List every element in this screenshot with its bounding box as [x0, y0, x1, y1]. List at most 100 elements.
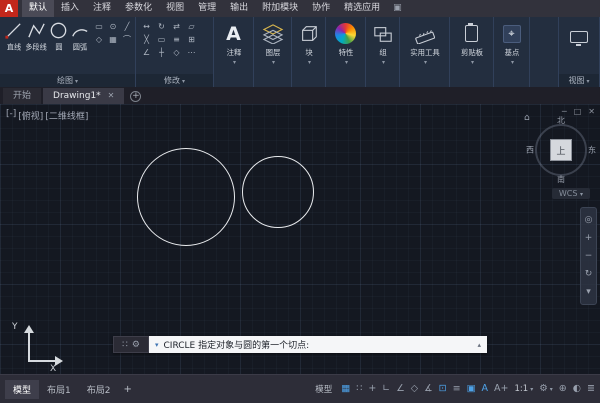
- restore-icon[interactable]: □: [574, 107, 582, 116]
- menu-tab-featured-apps[interactable]: 精选应用: [337, 0, 387, 17]
- compass-east-label[interactable]: 东: [588, 145, 596, 156]
- compass-north-label[interactable]: 北: [557, 115, 565, 126]
- layout2-tab[interactable]: 布局2: [79, 380, 119, 399]
- circle-tool-button[interactable]: 圆: [48, 20, 69, 53]
- properties-button[interactable]: 特性 ▾: [326, 17, 365, 66]
- basepoint-button[interactable]: ⌖ 基点 ▾: [494, 17, 529, 66]
- visual-style-button[interactable]: [二维线框]: [45, 109, 88, 122]
- expand-command-icon[interactable]: ▴: [477, 341, 481, 349]
- menu-tab-view[interactable]: 视图: [159, 0, 191, 17]
- annotation-monitor-icon[interactable]: ⊕: [559, 383, 567, 395]
- polar-tracking-icon[interactable]: ∠: [396, 383, 405, 395]
- wrench-icon[interactable]: ⚙: [132, 340, 140, 350]
- zoom-icon[interactable]: −: [585, 251, 593, 261]
- modify-tool-icon[interactable]: ◇: [170, 48, 183, 58]
- close-icon[interactable]: ✕: [588, 107, 595, 116]
- annotate-button[interactable]: A 注释 ▾: [214, 17, 253, 66]
- draw-tool-icon[interactable]: ╱: [121, 22, 133, 32]
- compass-south-label[interactable]: 南: [557, 174, 565, 185]
- view-control-button[interactable]: [俯视]: [18, 109, 43, 122]
- autoscale-icon[interactable]: A+: [494, 383, 508, 395]
- drawing-tab[interactable]: Drawing1*✕: [43, 88, 124, 104]
- menu-tab-home[interactable]: 默认: [22, 0, 54, 17]
- draw-tool-icon[interactable]: ⌒: [121, 35, 133, 45]
- draw-panel-label[interactable]: 绘图▾: [0, 74, 135, 87]
- dynamic-input-icon[interactable]: +: [368, 383, 376, 395]
- command-line-grip[interactable]: ∷ ⚙: [113, 336, 149, 353]
- modify-tool-icon[interactable]: ┼: [155, 48, 168, 58]
- model-tab[interactable]: 模型: [5, 380, 39, 399]
- modify-tool-icon[interactable]: ⇄: [170, 22, 183, 32]
- modify-tool-icon[interactable]: ≡: [170, 35, 183, 45]
- viewport-config-icon[interactable]: [570, 24, 588, 49]
- modify-tool-icon[interactable]: ⊞: [185, 35, 198, 45]
- menu-tab-output[interactable]: 输出: [223, 0, 255, 17]
- viewport-menu-button[interactable]: [-]: [6, 109, 16, 122]
- modify-panel-label[interactable]: 修改▾: [136, 74, 213, 87]
- modify-tool-icon[interactable]: ↔: [140, 22, 153, 32]
- recent-commands-icon[interactable]: ▾: [155, 341, 159, 349]
- navbar-more-icon[interactable]: ▾: [586, 287, 591, 297]
- menu-tab-insert[interactable]: 插入: [54, 0, 86, 17]
- compass-west-label[interactable]: 西: [526, 145, 534, 156]
- circle-entity[interactable]: [242, 156, 314, 228]
- isometric-drafting-icon[interactable]: ◇: [411, 383, 418, 395]
- orbit-icon[interactable]: ↻: [585, 269, 593, 279]
- menu-tab-collaborate[interactable]: 协作: [305, 0, 337, 17]
- selection-cycling-icon[interactable]: ▣: [467, 383, 476, 395]
- snap-mode-icon[interactable]: ∷: [356, 383, 362, 395]
- draw-tool-icon[interactable]: ◇: [93, 35, 105, 45]
- draw-tool-icon[interactable]: ⊙: [107, 22, 119, 32]
- circle-entity[interactable]: [137, 148, 235, 246]
- utilities-button[interactable]: 实用工具 ▾: [400, 17, 449, 66]
- ribbon-toggle-icon[interactable]: ▣: [387, 0, 408, 17]
- drawing-canvas[interactable]: [-] [俯视] [二维线框] ─ □ ✕ ⌂ 北 南 西 东 上 WCS ▾ …: [0, 104, 600, 374]
- menu-tab-parametric[interactable]: 参数化: [118, 0, 159, 17]
- modify-tool-icon[interactable]: ↻: [155, 22, 168, 32]
- modify-tool-icon[interactable]: ⋯: [185, 48, 198, 58]
- menu-tab-annotate[interactable]: 注释: [86, 0, 118, 17]
- home-icon[interactable]: ⌂: [524, 113, 530, 123]
- view-cube[interactable]: ⌂ 北 南 西 东 上: [528, 117, 594, 183]
- autocad-logo-icon[interactable]: A: [0, 0, 18, 17]
- annotate-icon: A: [226, 21, 241, 46]
- grid-icon[interactable]: ▦: [341, 383, 350, 395]
- isolate-objects-icon[interactable]: ◐: [573, 383, 581, 395]
- lineweight-icon[interactable]: ≡: [453, 383, 461, 395]
- annotation-visibility-icon[interactable]: A: [482, 383, 489, 395]
- start-tab[interactable]: 开始: [3, 88, 41, 104]
- steering-wheel-icon[interactable]: ◎: [585, 215, 593, 225]
- block-button[interactable]: 块 ▾: [292, 17, 325, 66]
- object-snap-icon[interactable]: ⊡: [439, 383, 447, 395]
- command-input[interactable]: ▾ CIRCLE 指定对象与圆的第一个切点: ▴: [149, 336, 487, 353]
- new-drawing-icon[interactable]: +: [130, 91, 141, 102]
- menu-tab-manage[interactable]: 管理: [191, 0, 223, 17]
- pan-icon[interactable]: +: [585, 233, 593, 243]
- menu-tab-addins[interactable]: 附加模块: [255, 0, 305, 17]
- group-button[interactable]: 组 ▾: [366, 17, 399, 66]
- workspace-switching-button[interactable]: ⚙▾: [539, 383, 553, 395]
- object-snap-tracking-icon[interactable]: ∡: [424, 383, 433, 395]
- modify-tool-icon[interactable]: ∠: [140, 48, 153, 58]
- new-layout-icon[interactable]: +: [118, 384, 136, 395]
- modify-tool-icon[interactable]: ▱: [185, 22, 198, 32]
- annotation-scale-button[interactable]: 1:1▾: [515, 384, 534, 394]
- ortho-mode-icon[interactable]: ∟: [382, 383, 390, 395]
- ribbon-panel-utilities: 实用工具 ▾: [400, 17, 450, 87]
- modify-tool-icon[interactable]: ▭: [155, 35, 168, 45]
- close-tab-icon[interactable]: ✕: [108, 91, 115, 100]
- arc-tool-button[interactable]: 圆弧: [69, 20, 90, 53]
- model-space-toggle[interactable]: 模型: [312, 383, 335, 395]
- layers-button[interactable]: 图层 ▾: [254, 17, 291, 66]
- customize-icon[interactable]: ≣: [587, 383, 595, 395]
- clipboard-button[interactable]: 剪贴板 ▾: [450, 17, 493, 66]
- modify-tool-icon[interactable]: ╳: [140, 35, 153, 45]
- view-panel-label[interactable]: 视图▾: [559, 74, 599, 87]
- draw-tool-icon[interactable]: ▦: [107, 35, 119, 45]
- polyline-tool-button[interactable]: 多段线: [24, 20, 48, 53]
- draw-tool-icon[interactable]: ▭: [93, 22, 105, 32]
- layout1-tab[interactable]: 布局1: [39, 380, 79, 399]
- viewcube-top-face[interactable]: 上: [550, 139, 572, 161]
- line-tool-button[interactable]: 直线: [3, 20, 24, 53]
- wcs-dropdown[interactable]: WCS ▾: [552, 188, 590, 199]
